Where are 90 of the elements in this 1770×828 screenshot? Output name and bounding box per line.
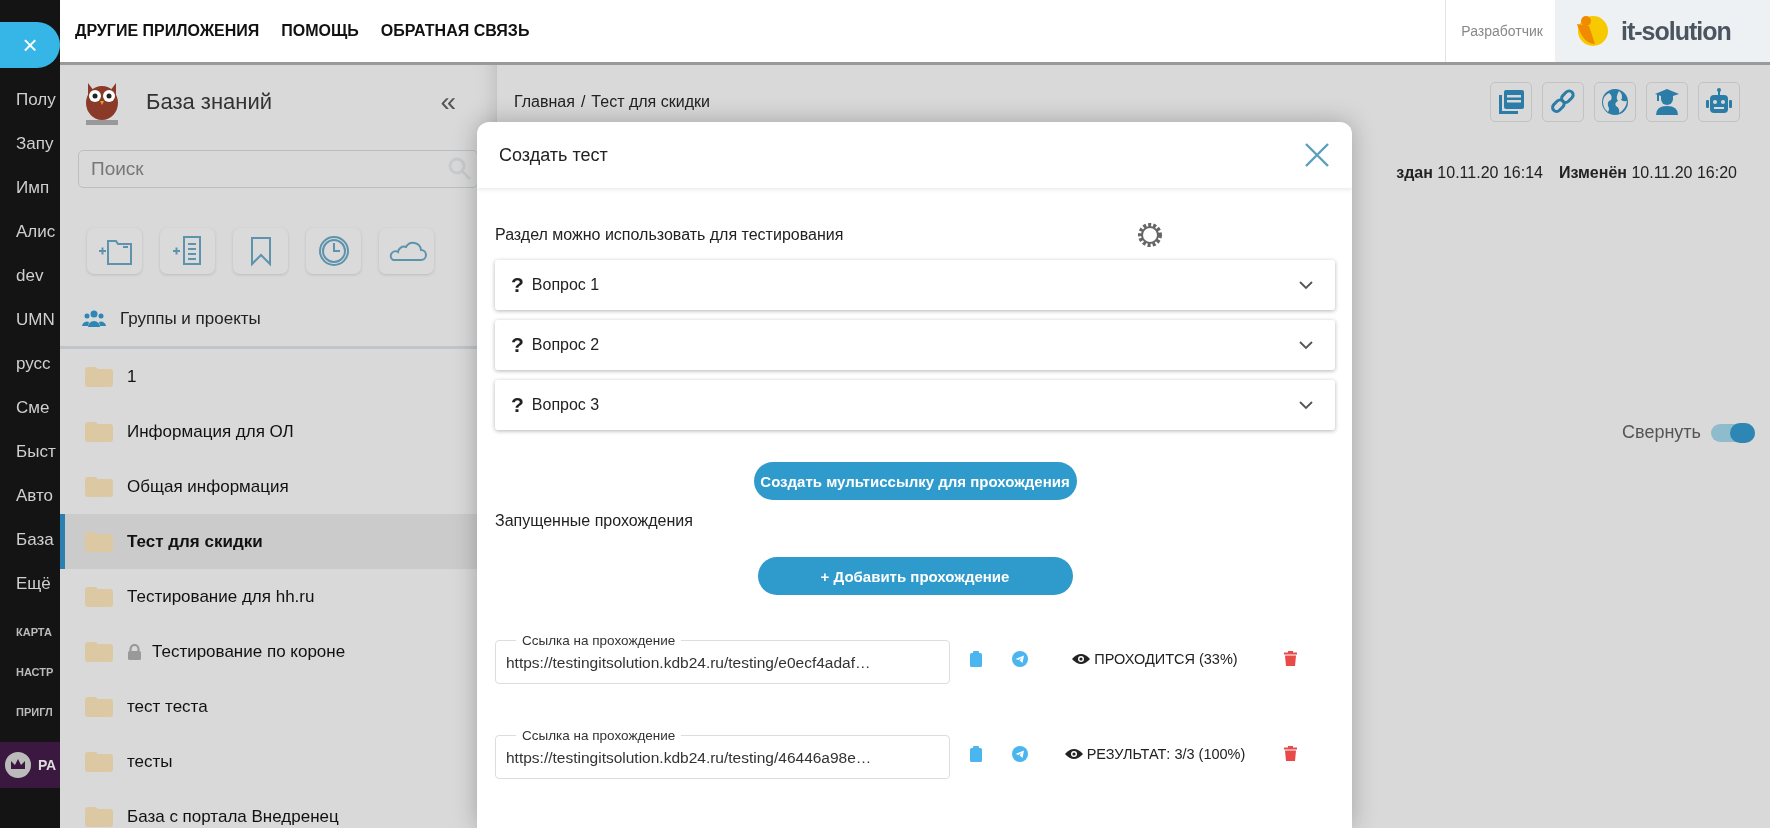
- meta-text: здан 10.11.20 16:14: [1396, 164, 1543, 182]
- folder-icon: [85, 806, 113, 827]
- question-label: Вопрос 3: [531, 396, 601, 414]
- dialog-title: Создать тест: [499, 144, 609, 166]
- logo-text: it-solution: [1621, 16, 1731, 46]
- sidebar-title: База знаний: [146, 89, 274, 115]
- link-field[interactable]: Ссылка на прохождение https://testingitsolution.kdb24.ru/testing/46446a98e…: [495, 728, 950, 779]
- question-label: Вопрос 2: [531, 336, 601, 354]
- folder-icon: [85, 586, 113, 607]
- section-heading: Запущенные прохождения: [495, 512, 694, 530]
- top-menu-link[interactable]: ДРУГИЕ ПРИЛОЖЕНИЯ: [75, 22, 260, 40]
- search-icon: [447, 156, 473, 182]
- telegram-icon[interactable]: [1012, 745, 1028, 762]
- folder-item[interactable]: База с портала Внедренец: [60, 789, 496, 828]
- question-accordion[interactable]: ? Вопрос 2: [495, 320, 1335, 370]
- section-label[interactable]: НАСТР: [16, 666, 60, 678]
- close-button[interactable]: [1304, 142, 1330, 168]
- groups-link[interactable]: Группы и проекты: [120, 308, 261, 329]
- chevron-icon: [1299, 280, 1313, 290]
- search-field[interactable]: Поиск: [78, 150, 478, 188]
- collapse-button[interactable]: «: [440, 86, 456, 118]
- eye-icon: [1072, 652, 1091, 665]
- folder-icon: [85, 366, 113, 387]
- nav-item[interactable]: UMN: [16, 310, 60, 332]
- settings-icon[interactable]: [1137, 222, 1163, 248]
- folder-item[interactable]: Тестирование по короне: [60, 624, 496, 679]
- nav-item[interactable]: Авто: [16, 486, 60, 508]
- toggle-label: Свернуть: [1622, 422, 1701, 443]
- folder-item[interactable]: тест теста: [60, 679, 496, 734]
- folder-icon: [85, 531, 113, 552]
- question-accordion[interactable]: ? Вопрос 3: [495, 380, 1335, 430]
- account-bar[interactable]: РА: [0, 742, 60, 788]
- folder-item[interactable]: Общая информация: [60, 459, 496, 514]
- section-label[interactable]: КАРТА: [16, 626, 60, 638]
- folder-item[interactable]: Тестирование для hh.ru: [60, 569, 496, 624]
- account-label: РА: [38, 757, 57, 773]
- section-label[interactable]: ПРИГЛ: [16, 706, 60, 718]
- breadcrumb-separator: /: [580, 93, 586, 111]
- add-document-icon[interactable]: [160, 228, 215, 274]
- trash-icon[interactable]: [1284, 651, 1297, 666]
- nav-item[interactable]: русс: [16, 354, 60, 376]
- crown-icon: [4, 751, 32, 779]
- nav-item[interactable]: Запу: [16, 134, 60, 156]
- folder-icon: [85, 641, 113, 662]
- trash-icon[interactable]: [1284, 746, 1297, 761]
- people-icon: [82, 309, 106, 328]
- question-icon: ?: [511, 333, 524, 357]
- nav-item[interactable]: Полу: [16, 90, 60, 112]
- nav-item[interactable]: Алис: [16, 222, 60, 244]
- clock-icon[interactable]: [306, 228, 361, 274]
- nav-item[interactable]: Имп: [16, 178, 60, 200]
- chevron-icon: [1299, 340, 1313, 350]
- folder-item[interactable]: Информация для ОЛ: [60, 404, 496, 459]
- run-status[interactable]: ПРОХОДИТСЯ (33%): [1094, 650, 1238, 667]
- run-status[interactable]: РЕЗУЛЬТАТ: 3/3 (100%): [1086, 745, 1246, 762]
- meta-text: Изменён 10.11.20 16:20: [1558, 164, 1737, 182]
- question-accordion[interactable]: ? Вопрос 1: [495, 260, 1335, 310]
- folder-icon: [85, 751, 113, 772]
- breadcrumb-link[interactable]: Главная: [514, 93, 575, 111]
- folder-item[interactable]: 1: [60, 349, 496, 404]
- clipboard-icon[interactable]: [970, 650, 982, 667]
- folder-icon: [85, 421, 113, 442]
- link-field[interactable]: Ссылка на прохождение https://testingitsolution.kdb24.ru/testing/e0ecf4adaf…: [495, 633, 950, 684]
- nav-item[interactable]: База: [16, 530, 60, 552]
- nav-item[interactable]: Сме: [16, 398, 60, 420]
- bookmark-icon[interactable]: [233, 228, 288, 274]
- clipboard-icon[interactable]: [970, 745, 982, 762]
- globe-icon[interactable]: [1594, 82, 1636, 122]
- eye-icon: [1064, 747, 1083, 760]
- question-icon: ?: [511, 393, 524, 417]
- cloud-icon[interactable]: [379, 228, 434, 274]
- collapse-toggle[interactable]: [1711, 423, 1755, 442]
- graduate-icon[interactable]: [1646, 82, 1688, 122]
- folder-item[interactable]: тесты: [60, 734, 496, 789]
- folder-icon: [85, 696, 113, 717]
- nav-item[interactable]: dev: [16, 266, 60, 288]
- chevron-icon: [1299, 400, 1313, 410]
- section-note: Раздел можно использовать для тестирования: [495, 226, 845, 244]
- top-menu-link[interactable]: ОБРАТНАЯ СВЯЗЬ: [380, 22, 530, 40]
- add-folder-icon[interactable]: [87, 228, 142, 274]
- link-icon[interactable]: [1542, 82, 1584, 122]
- question-label: Вопрос 1: [531, 276, 601, 294]
- nav-item[interactable]: Ещё: [16, 574, 60, 596]
- top-menu-link[interactable]: ПОМОЩЬ: [281, 22, 359, 40]
- breadcrumb-link[interactable]: Тест для скидки: [591, 93, 710, 111]
- telegram-icon[interactable]: [1012, 650, 1028, 667]
- robot-icon[interactable]: [1698, 82, 1740, 122]
- folder-icon: [85, 476, 113, 497]
- nav-item[interactable]: Быст: [16, 442, 60, 464]
- question-icon: ?: [511, 273, 524, 297]
